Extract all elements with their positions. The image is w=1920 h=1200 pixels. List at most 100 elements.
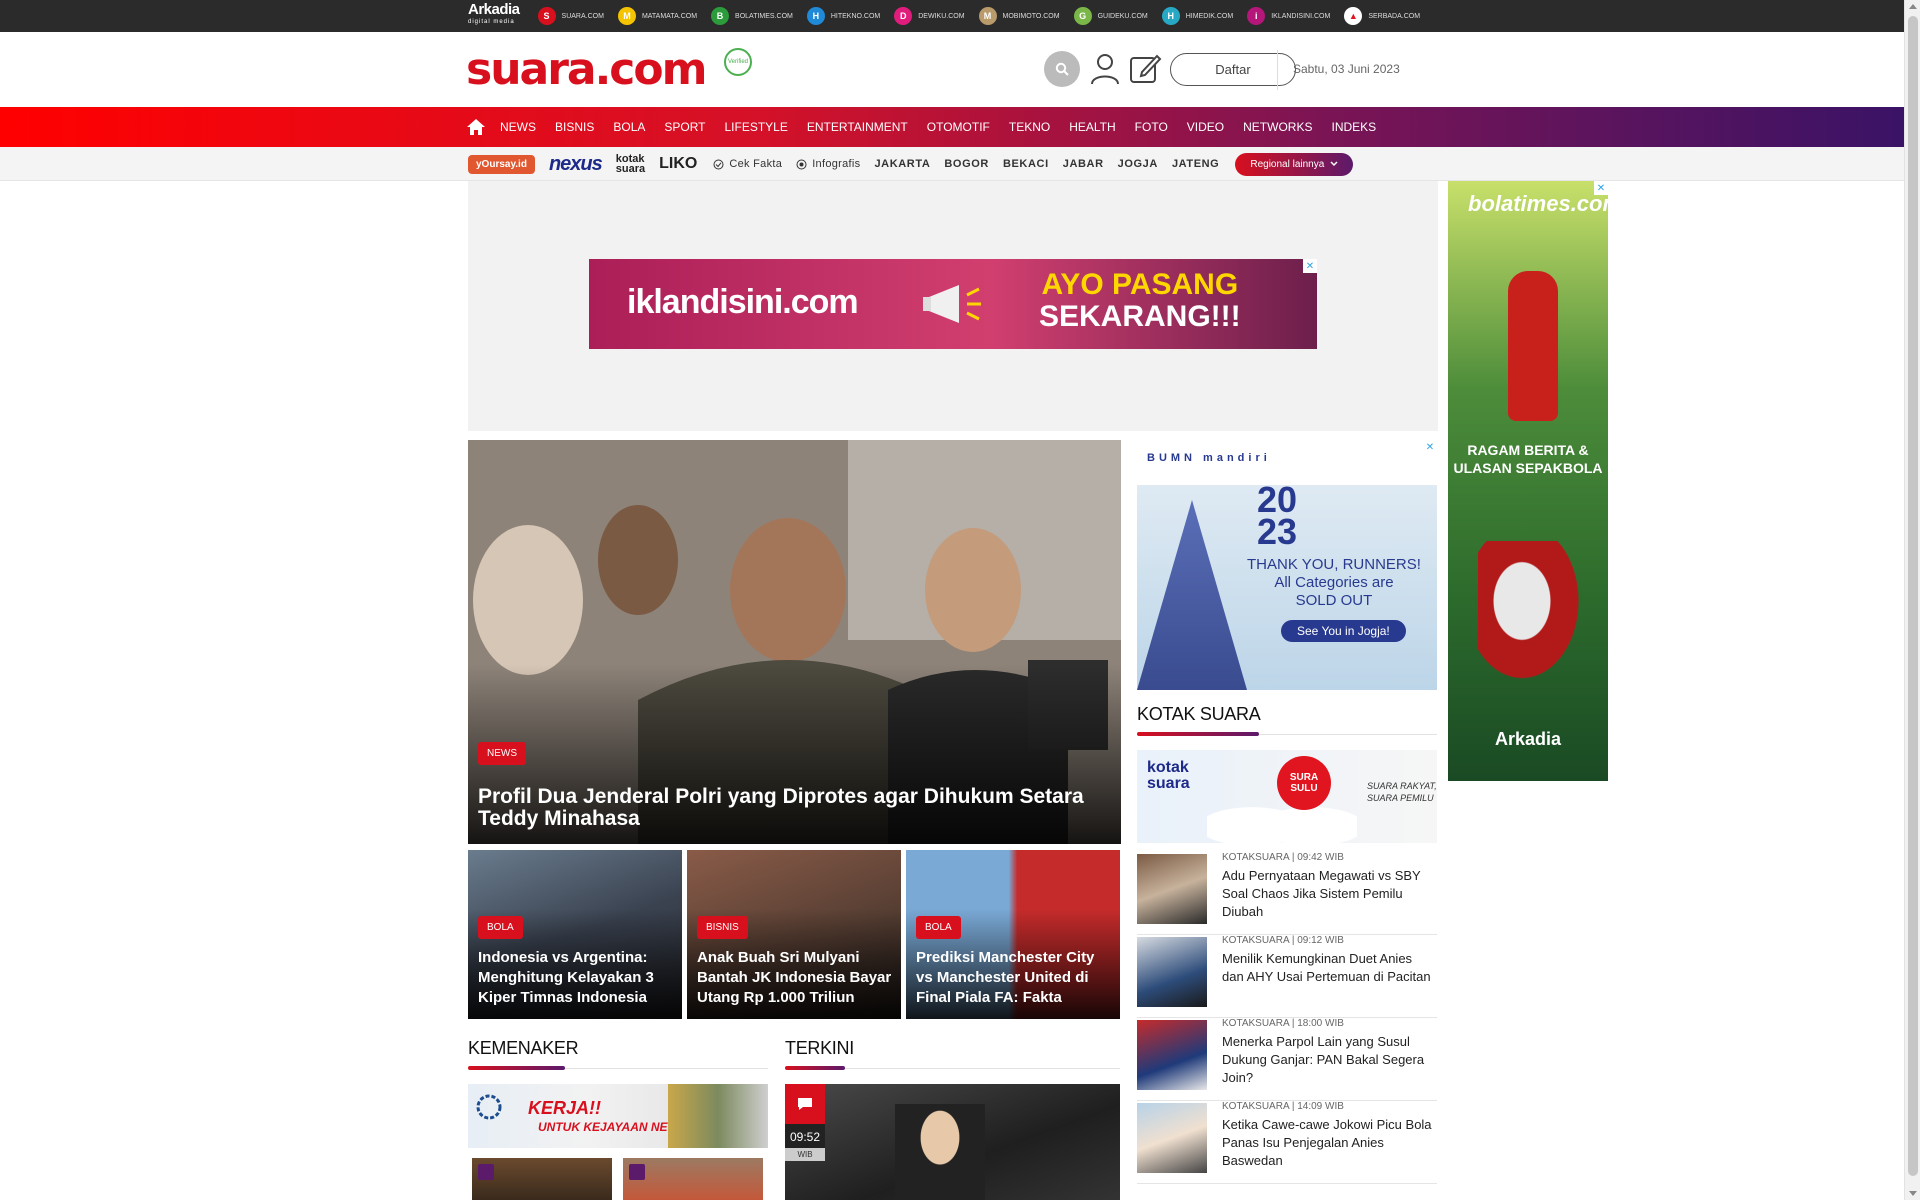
serbada-icon: ▲: [1344, 7, 1363, 25]
ad-players-image: [1478, 541, 1588, 691]
main-nav-item[interactable]: OTOMOTIF: [927, 120, 990, 134]
network-site-link[interactable]: ▲ SERBADA.COM: [1344, 7, 1420, 25]
category-badge[interactable]: BOLA: [478, 916, 523, 939]
card-title[interactable]: Anak Buah Sri Mulyani Bantah JK Indonesi…: [697, 948, 893, 1008]
main-nav-item[interactable]: VIDEO: [1187, 120, 1224, 134]
network-site-link[interactable]: i IKLANDISINI.COM: [1247, 7, 1330, 25]
suara-logo[interactable]: suara.com: [466, 44, 707, 95]
hero-title[interactable]: Profil Dua Jenderal Polri yang Diprotes …: [478, 786, 1114, 830]
terkini-heading[interactable]: TERKINI: [785, 1038, 854, 1059]
kotak-suara-item[interactable]: KOTAKSUARA | 09:12 WIB Menilik Kemungkina…: [1137, 935, 1437, 1018]
main-nav-item[interactable]: ENTERTAINMENT: [807, 120, 908, 134]
scroll-thumb[interactable]: [1908, 16, 1918, 1176]
arkadia-logo[interactable]: Arkadia digital media: [468, 2, 520, 28]
search-button[interactable]: [1044, 51, 1080, 87]
network-site-link[interactable]: D DEWIKU.COM: [894, 7, 965, 25]
sky-line2: ULASAN SEPAKBOLA: [1453, 460, 1603, 476]
kemenaker-banner[interactable]: KERJA!! UNTUK KEJAYAAN NEGERI: [468, 1084, 768, 1148]
kotak-suara-heading[interactable]: KOTAK SUARA: [1137, 704, 1261, 725]
main-nav-item[interactable]: LIFESTYLE: [725, 120, 788, 134]
kemenaker-thumb[interactable]: [472, 1158, 612, 1200]
region-link[interactable]: BEKACI: [1003, 158, 1049, 170]
article-title[interactable]: Adu Pernyataan Megawati vs SBY Soal Chao…: [1222, 867, 1437, 921]
main-nav-item[interactable]: HEALTH: [1069, 120, 1115, 134]
category-badge[interactable]: NEWS: [478, 742, 526, 765]
ad-close-icon[interactable]: ✕: [1594, 181, 1608, 195]
network-site-link[interactable]: G GUIDEKU.COM: [1073, 7, 1148, 25]
verified-badge-icon: Verified: [724, 48, 752, 76]
liko-link[interactable]: LIKO: [659, 155, 697, 173]
card-title[interactable]: Prediksi Manchester City vs Manchester U…: [916, 948, 1112, 1008]
article-thumbnail[interactable]: [1137, 937, 1207, 1007]
kemenaker-heading[interactable]: KEMENAKER: [468, 1038, 579, 1059]
news-card[interactable]: BOLA Prediksi Manchester City vs Manches…: [906, 850, 1120, 1019]
sky-brand: bolatimes.com: [1468, 191, 1608, 216]
network-site-link[interactable]: S SUARA.COM: [537, 7, 604, 25]
kotak-suara-item[interactable]: KOTAKSUARA | 14:09 WIB Ketika Cawe-cawe J…: [1137, 1101, 1437, 1184]
network-site-link[interactable]: M MOBIMOTO.COM: [978, 7, 1060, 25]
terkini-time: 09:52: [785, 1124, 825, 1148]
check-circle-icon: [713, 159, 724, 169]
site-header: suara.com Verified Daftar Sabtu, 03 Juni…: [0, 32, 1904, 107]
main-nav-item[interactable]: NEWS: [500, 120, 536, 134]
card-title[interactable]: Indonesia vs Argentina: Menghitung Kelay…: [478, 948, 674, 1008]
ad-msg-2: All Categories are: [1274, 574, 1394, 591]
region-link[interactable]: JABAR: [1063, 158, 1104, 170]
kotak-suara-item[interactable]: KOTAKSUARA | 09:42 WIB Adu Pernyataan Meg…: [1137, 852, 1437, 935]
region-links: JAKARTA BOGOR BEKACI JABAR JOGJA JATENG: [874, 158, 1233, 170]
bolatimes-sky-ad[interactable]: bolatimes.com RAGAM BERITA & ULASAN SEPAK…: [1448, 181, 1608, 781]
category-badge[interactable]: BISNIS: [697, 916, 748, 939]
news-card[interactable]: BISNIS Anak Buah Sri Mulyani Bantah JK I…: [687, 850, 901, 1019]
article-thumbnail[interactable]: [1137, 1020, 1207, 1090]
cek-fakta-link[interactable]: Cek Fakta: [713, 158, 782, 170]
chart-icon: [629, 1164, 645, 1180]
main-nav-item[interactable]: SPORT: [664, 120, 705, 134]
page-scrollbar[interactable]: [1904, 0, 1920, 1200]
article-thumbnail[interactable]: [1137, 854, 1207, 924]
article-title[interactable]: Menilik Kemungkinan Duet Anies dan AHY U…: [1222, 950, 1437, 986]
network-site-link[interactable]: H HITEKNO.COM: [806, 7, 880, 25]
region-link[interactable]: JATENG: [1172, 158, 1219, 170]
home-icon[interactable]: [466, 118, 486, 136]
region-link[interactable]: BOGOR: [944, 158, 989, 170]
news-card[interactable]: BOLA Indonesia vs Argentina: Menghitung …: [468, 850, 682, 1019]
article-thumbnail[interactable]: [1137, 1103, 1207, 1173]
target-icon: [796, 159, 807, 169]
iklandisini-ad-banner[interactable]: iklandisini.com AYO PASANG SEKARANG!!! ✕: [589, 259, 1317, 349]
ad-close-icon[interactable]: ✕: [1303, 259, 1317, 273]
kotaksuara-link[interactable]: kotak suara: [616, 154, 645, 175]
kemenaker-banner-title: KERJA!!: [528, 1098, 602, 1118]
mandiri-jogja-marathon-ad[interactable]: BUMN mandiri 20 23 THANK YOU, RUNNERS! Al…: [1137, 440, 1437, 690]
yoursay-link[interactable]: yOursay.id: [468, 154, 535, 174]
main-nav-item[interactable]: FOTO: [1135, 120, 1168, 134]
nexus-link[interactable]: nexus: [549, 153, 603, 176]
main-nav-item[interactable]: BOLA: [613, 120, 645, 134]
ad-close-icon[interactable]: ✕: [1423, 440, 1437, 454]
article-title[interactable]: Menerka Parpol Lain yang Susul Dukung Ga…: [1222, 1033, 1437, 1087]
network-site-link[interactable]: M MATAMATA.COM: [617, 7, 697, 25]
region-link[interactable]: JAKARTA: [874, 158, 930, 170]
network-site-link[interactable]: H HIMEDIK.COM: [1161, 7, 1233, 25]
infografis-link[interactable]: Infografis: [796, 158, 860, 170]
scroll-up-icon[interactable]: [1909, 4, 1917, 9]
write-icon[interactable]: [1128, 50, 1162, 86]
network-site-link[interactable]: B BOLATIMES.COM: [711, 7, 793, 25]
guideku-icon: G: [1073, 7, 1092, 25]
headline-hero[interactable]: NEWS Profil Dua Jenderal Polri yang Dipr…: [468, 440, 1121, 844]
scroll-down-icon[interactable]: [1909, 1191, 1917, 1196]
main-nav-item[interactable]: INDEKS: [1331, 120, 1376, 134]
page: Arkadia digital media S SUARA.COM M MATAMAT…: [0, 0, 1920, 1200]
header-divider: [1277, 50, 1278, 90]
regional-more-dropdown[interactable]: Regional lainnya: [1235, 152, 1354, 176]
terkini-article[interactable]: 09:52 WIB: [785, 1084, 1120, 1200]
user-icon[interactable]: [1088, 50, 1122, 86]
main-nav-item[interactable]: TEKNO: [1009, 120, 1050, 134]
kotak-suara-banner[interactable]: kotak suara SURA SULU SUARA RAKYAT, SUARA …: [1137, 750, 1437, 843]
main-nav-item[interactable]: NETWORKS: [1243, 120, 1312, 134]
article-title[interactable]: Ketika Cawe-cawe Jokowi Picu Bola Panas …: [1222, 1116, 1437, 1170]
category-badge[interactable]: BOLA: [916, 916, 961, 939]
main-nav-item[interactable]: BISNIS: [555, 120, 594, 134]
kemenaker-thumb[interactable]: [623, 1158, 763, 1200]
region-link[interactable]: JOGJA: [1118, 158, 1158, 170]
kotak-suara-item[interactable]: KOTAKSUARA | 18:00 WIB Menerka Parpol Lai…: [1137, 1018, 1437, 1101]
